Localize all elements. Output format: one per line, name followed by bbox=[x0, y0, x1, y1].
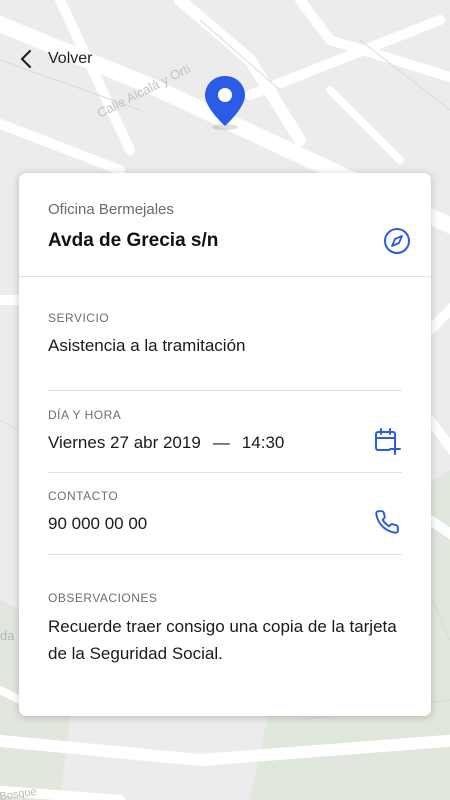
appointment-date: Viernes 27 abr 2019 bbox=[48, 433, 201, 452]
datetime-value: Viernes 27 abr 2019 — 14:30 bbox=[48, 429, 402, 456]
back-button[interactable]: Volver bbox=[16, 44, 92, 74]
service-label: SERVICIO bbox=[48, 311, 110, 325]
chevron-left-icon bbox=[16, 49, 36, 69]
appointment-card: Oficina Bermejales Avda de Grecia s/n SE… bbox=[19, 173, 431, 716]
notes-text: Recuerde traer consigo una copia de la t… bbox=[48, 617, 397, 663]
office-address: Avda de Grecia s/n bbox=[48, 230, 219, 251]
calendar-add-icon[interactable] bbox=[372, 426, 402, 456]
divider bbox=[48, 472, 402, 473]
datetime-section: DÍA Y HORA Viernes 27 abr 2019 — 14:30 bbox=[48, 408, 402, 473]
contact-section: CONTACTO 90 000 00 00 bbox=[48, 489, 402, 555]
card-header: Oficina Bermejales Avda de Grecia s/n bbox=[19, 173, 431, 277]
datetime-label: DÍA Y HORA bbox=[48, 408, 122, 422]
appointment-time: 14:30 bbox=[241, 433, 285, 452]
compass-icon[interactable] bbox=[382, 226, 412, 256]
notes-label: OBSERVACIONES bbox=[48, 591, 158, 605]
datetime-separator: — bbox=[212, 433, 230, 452]
contact-phone: 90 000 00 00 bbox=[48, 514, 148, 533]
divider bbox=[48, 554, 402, 555]
back-label: Volver bbox=[48, 50, 93, 67]
service-section: SERVICIO Asistencia a la tramitación bbox=[48, 311, 402, 391]
street-label: da bbox=[0, 628, 15, 643]
notes-section: OBSERVACIONES Recuerde traer consigo una… bbox=[48, 591, 402, 667]
contact-label: CONTACTO bbox=[48, 489, 119, 503]
phone-icon[interactable] bbox=[372, 507, 402, 537]
divider bbox=[48, 390, 402, 391]
office-name: Oficina Bermejales bbox=[48, 201, 174, 218]
service-value: Asistencia a la tramitación bbox=[48, 336, 246, 355]
map-pin-icon[interactable] bbox=[203, 74, 247, 132]
